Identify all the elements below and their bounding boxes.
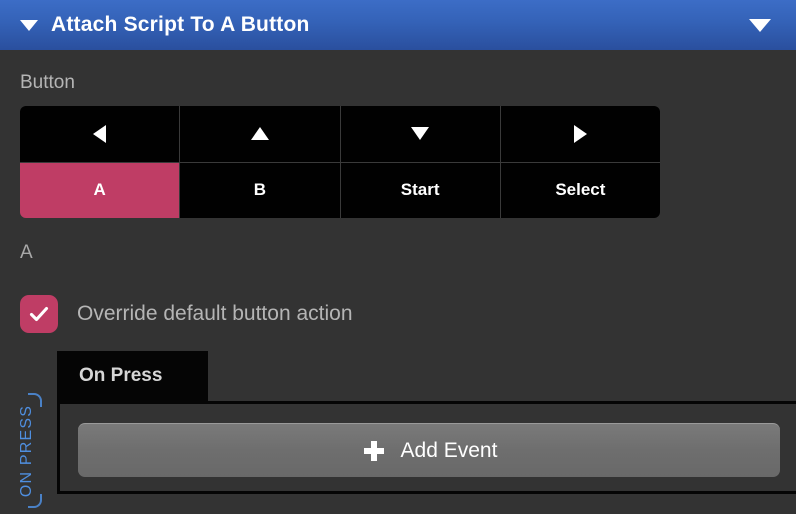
grid-cell-dpad-right[interactable]	[500, 106, 660, 162]
grid-cell-dpad-up[interactable]	[180, 106, 340, 162]
on-press-side-marker: ON PRESS	[10, 393, 44, 508]
plus-icon	[363, 440, 384, 461]
checkmark-icon	[29, 306, 49, 322]
grid-cell-button-a[interactable]: A	[20, 162, 180, 218]
grid-cell-button-select[interactable]: Select	[500, 162, 660, 218]
grid-cell-dpad-down[interactable]	[340, 106, 500, 162]
header-menu-triangle-down-icon[interactable]	[749, 18, 771, 32]
triangle-down-icon	[411, 127, 430, 141]
grid-cell-dpad-left[interactable]	[20, 106, 180, 162]
grid-cell-label: Start	[400, 180, 440, 200]
triangle-up-icon	[250, 127, 269, 141]
attach-script-panel: Attach Script To A Button Button A B Sta…	[0, 0, 796, 514]
selected-button-name: A	[20, 242, 33, 263]
add-event-label: Add Event	[400, 438, 498, 462]
on-press-side-label: ON PRESS	[18, 404, 35, 497]
grid-cell-button-b[interactable]: B	[180, 162, 340, 218]
grid-cell-button-start[interactable]: Start	[340, 162, 500, 218]
button-grid: A B Start Select	[20, 106, 660, 218]
override-default-action-row[interactable]: Override default button action	[20, 295, 353, 333]
triangle-left-icon	[93, 124, 107, 143]
grid-cell-label: A	[93, 180, 106, 200]
collapse-triangle-down-icon[interactable]	[20, 19, 38, 31]
triangle-right-icon	[573, 124, 587, 143]
grid-cell-label: B	[253, 180, 267, 200]
grid-cell-label: Select	[555, 180, 606, 200]
tab-on-press-label: On Press	[79, 365, 163, 386]
button-section-label: Button	[20, 72, 75, 93]
override-checkbox[interactable]	[20, 295, 58, 333]
add-event-button[interactable]: Add Event	[78, 423, 780, 477]
tab-on-press[interactable]: On Press	[57, 351, 208, 401]
page-title: Attach Script To A Button	[51, 13, 310, 36]
override-checkbox-label: Override default button action	[77, 302, 353, 325]
panel-header[interactable]: Attach Script To A Button	[0, 0, 796, 50]
